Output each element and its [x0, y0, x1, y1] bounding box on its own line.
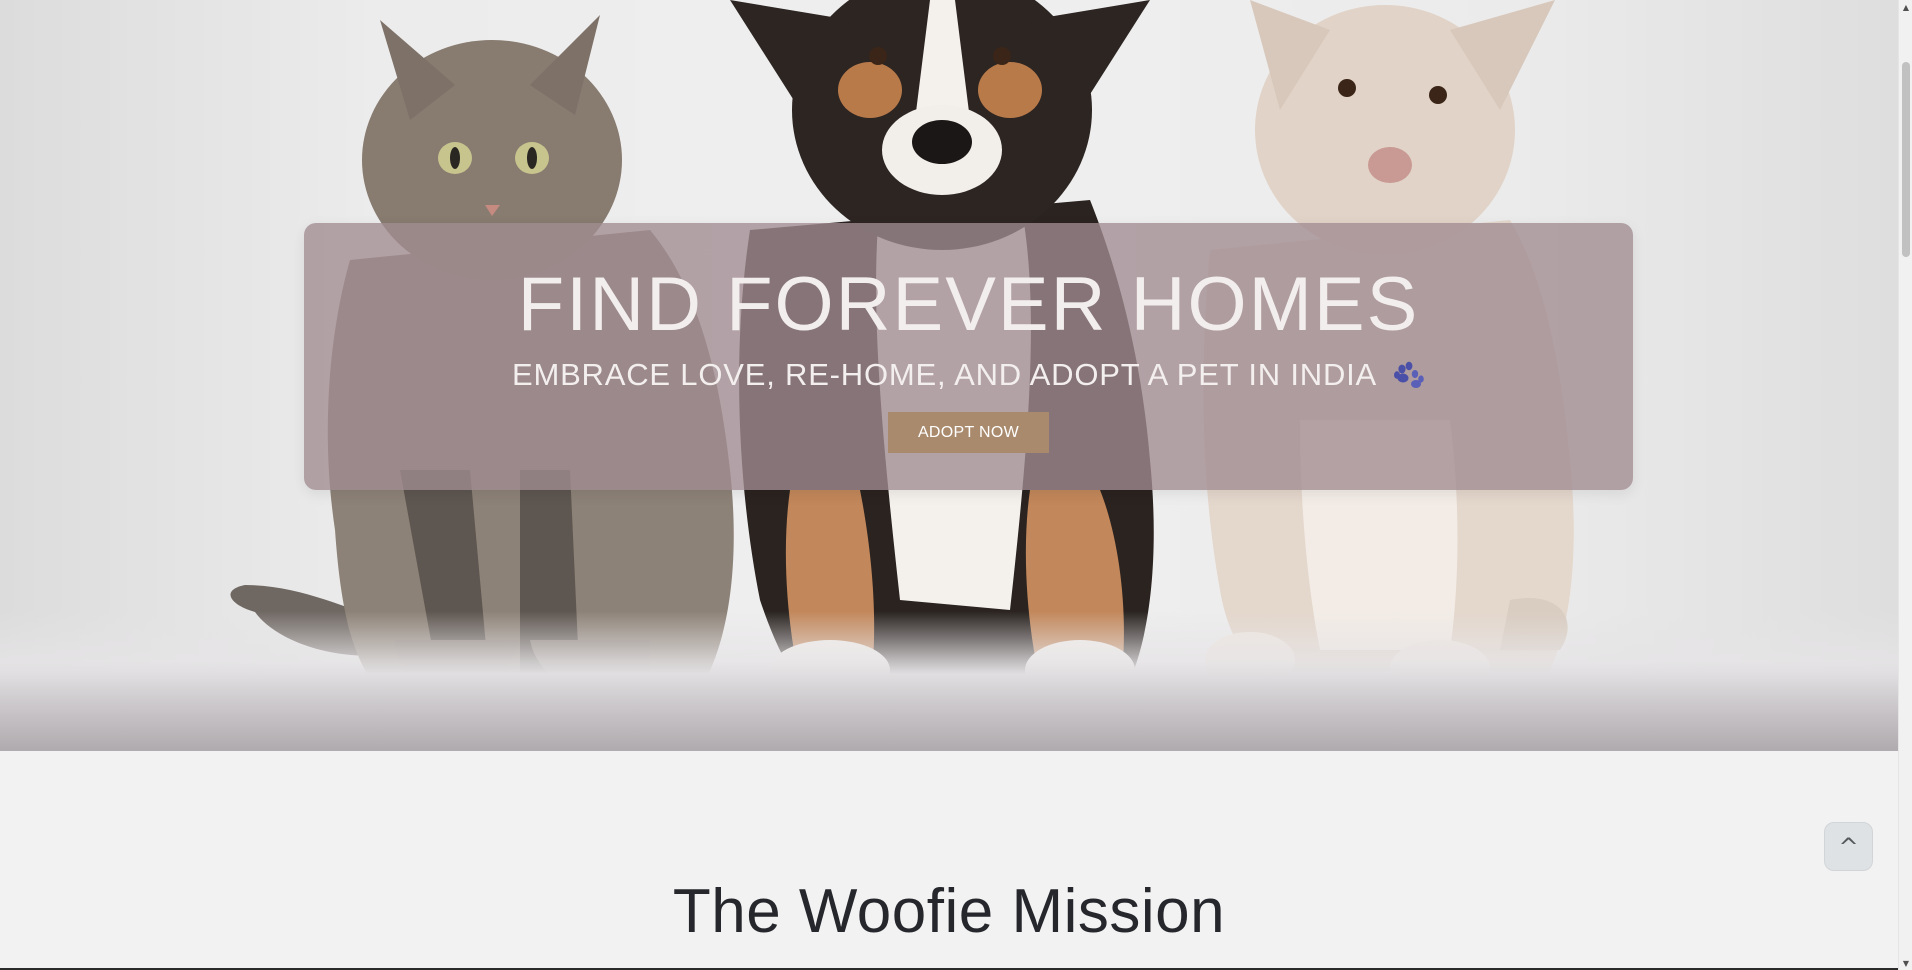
hero-overlay-card: FIND FOREVER HOMES EMBRACE LOVE, RE-HOME… [304, 223, 1633, 490]
page-scrollbar[interactable]: ▲ ▼ [1898, 0, 1912, 970]
hero-subtitle: EMBRACE LOVE, RE-HOME, AND ADOPT A PET I… [511, 357, 1378, 392]
chevron-up-icon: ^ [1838, 832, 1859, 861]
adopt-now-button[interactable]: ADOPT NOW [888, 412, 1049, 453]
scroll-down-arrow-icon[interactable]: ▼ [1899, 956, 1912, 970]
mission-heading: The Woofie Mission [672, 877, 1226, 946]
scroll-to-top-button[interactable]: ^ [1824, 822, 1873, 871]
scrollbar-thumb[interactable] [1902, 62, 1910, 257]
hero-title: FIND FOREVER HOMES [517, 262, 1420, 347]
hero-bottom-shade [0, 661, 1898, 751]
scroll-up-arrow-icon[interactable]: ▲ [1899, 0, 1912, 14]
hero-subtitle-row: EMBRACE LOVE, RE-HOME, AND ADOPT A PET I… [304, 357, 1633, 393]
paw-icon [1394, 361, 1424, 388]
hero-banner: FIND FOREVER HOMES EMBRACE LOVE, RE-HOME… [0, 0, 1898, 751]
page: FIND FOREVER HOMES EMBRACE LOVE, RE-HOME… [0, 0, 1898, 968]
